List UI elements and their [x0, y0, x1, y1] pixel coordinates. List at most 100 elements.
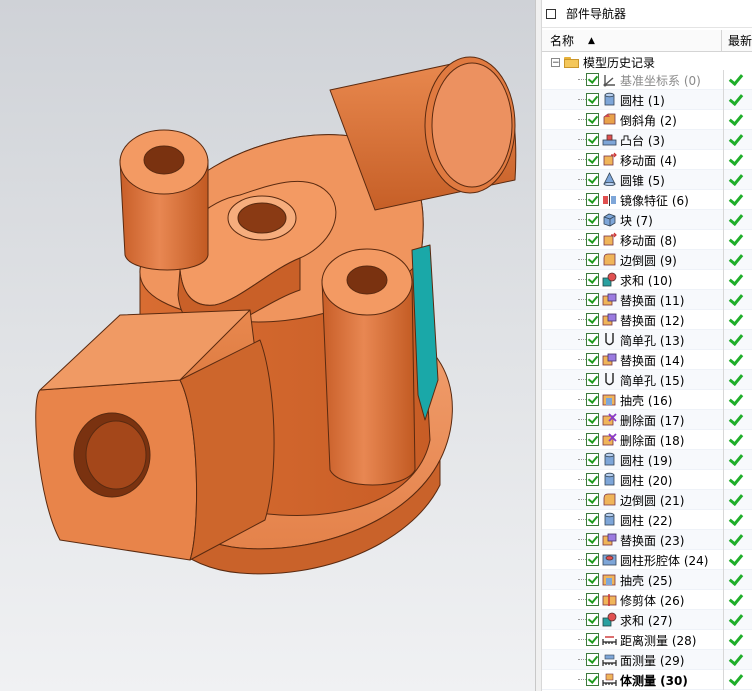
latest-column-header[interactable]: 最新: [722, 30, 752, 51]
feature-label: 倒斜角 (2): [620, 114, 677, 128]
feature-row[interactable]: 圆柱 (20): [542, 470, 752, 490]
model-history-node[interactable]: − 模型历史记录: [542, 52, 752, 72]
feature-row[interactable]: 圆柱 (22): [542, 510, 752, 530]
feature-row[interactable]: 删除面 (18): [542, 430, 752, 450]
panel-pin-icon[interactable]: [546, 8, 556, 19]
up-to-date-check-icon: [730, 393, 738, 404]
column-separator: [723, 170, 724, 190]
feature-row[interactable]: 简单孔 (15): [542, 370, 752, 390]
column-separator: [723, 590, 724, 610]
feature-visibility-checkbox[interactable]: [586, 293, 599, 306]
feature-visibility-checkbox[interactable]: [586, 333, 599, 346]
replace-face-icon: [602, 532, 617, 547]
feature-row[interactable]: 圆柱形腔体 (24): [542, 550, 752, 570]
column-separator: [723, 70, 724, 90]
feature-visibility-checkbox[interactable]: [586, 133, 599, 146]
up-to-date-check-icon: [730, 273, 738, 284]
column-separator: [723, 550, 724, 570]
feature-label: 圆柱形腔体 (24): [620, 554, 709, 568]
datum-csys-icon: [602, 72, 617, 87]
feature-row[interactable]: 倒斜角 (2): [542, 110, 752, 130]
feature-row[interactable]: 简单孔 (13): [542, 330, 752, 350]
feature-row[interactable]: 移动面 (8): [542, 230, 752, 250]
feature-visibility-checkbox[interactable]: [586, 213, 599, 226]
feature-row[interactable]: 替换面 (12): [542, 310, 752, 330]
feature-row[interactable]: 边倒圆 (21): [542, 490, 752, 510]
feature-visibility-checkbox[interactable]: [586, 353, 599, 366]
feature-visibility-checkbox[interactable]: [586, 653, 599, 666]
cylinder-icon: [602, 452, 617, 467]
feature-row[interactable]: 圆柱 (1): [542, 90, 752, 110]
feature-visibility-checkbox[interactable]: [586, 73, 599, 86]
feature-visibility-checkbox[interactable]: [586, 233, 599, 246]
feature-row[interactable]: 体测量 (30): [542, 670, 752, 690]
feature-row[interactable]: 圆柱 (19): [542, 450, 752, 470]
up-to-date-check-icon: [730, 353, 738, 364]
navigator-title-bar: 部件导航器: [542, 0, 752, 28]
feature-row[interactable]: 求和 (10): [542, 270, 752, 290]
feature-row[interactable]: 替换面 (14): [542, 350, 752, 370]
feature-row[interactable]: 替换面 (11): [542, 290, 752, 310]
feature-visibility-checkbox[interactable]: [586, 153, 599, 166]
graphics-viewport[interactable]: [0, 0, 535, 691]
cylinder-icon: [602, 512, 617, 527]
feature-row[interactable]: 求和 (27): [542, 610, 752, 630]
model-history-label: 模型历史记录: [583, 55, 656, 70]
panel-splitter[interactable]: [535, 0, 542, 691]
feature-visibility-checkbox[interactable]: [586, 473, 599, 486]
feature-visibility-checkbox[interactable]: [586, 593, 599, 606]
feature-visibility-checkbox[interactable]: [586, 113, 599, 126]
column-separator: [723, 250, 724, 270]
feature-row[interactable]: 凸台 (3): [542, 130, 752, 150]
feature-visibility-checkbox[interactable]: [586, 493, 599, 506]
feature-row[interactable]: 抽壳 (16): [542, 390, 752, 410]
feature-row[interactable]: 镜像特征 (6): [542, 190, 752, 210]
feature-row[interactable]: 删除面 (17): [542, 410, 752, 430]
feature-visibility-checkbox[interactable]: [586, 373, 599, 386]
feature-visibility-checkbox[interactable]: [586, 413, 599, 426]
feature-row[interactable]: 距离测量 (28): [542, 630, 752, 650]
feature-row[interactable]: 基准坐标系 (0): [542, 70, 752, 90]
feature-row[interactable]: 块 (7): [542, 210, 752, 230]
feature-row[interactable]: 边倒圆 (9): [542, 250, 752, 270]
column-separator: [723, 570, 724, 590]
feature-visibility-checkbox[interactable]: [586, 673, 599, 686]
feature-visibility-checkbox[interactable]: [586, 313, 599, 326]
column-separator: [723, 370, 724, 390]
feature-visibility-checkbox[interactable]: [586, 533, 599, 546]
shell-icon: [602, 572, 617, 587]
feature-row[interactable]: 圆锥 (5): [542, 170, 752, 190]
move-face-icon: [602, 152, 617, 167]
up-to-date-check-icon: [730, 633, 738, 644]
feature-visibility-checkbox[interactable]: [586, 193, 599, 206]
name-column-header[interactable]: 名称 ▲: [542, 30, 722, 51]
feature-row[interactable]: 抽壳 (25): [542, 570, 752, 590]
chamfer-icon: [602, 112, 617, 127]
feature-visibility-checkbox[interactable]: [586, 553, 599, 566]
up-to-date-check-icon: [730, 493, 738, 504]
feature-label: 镜像特征 (6): [620, 194, 689, 208]
feature-row[interactable]: 面测量 (29): [542, 650, 752, 670]
feature-visibility-checkbox[interactable]: [586, 513, 599, 526]
feature-visibility-checkbox[interactable]: [586, 573, 599, 586]
feature-visibility-checkbox[interactable]: [586, 253, 599, 266]
latest-column-label: 最新: [727, 34, 752, 48]
3d-part-model[interactable]: [0, 0, 535, 691]
feature-label: 简单孔 (13): [620, 334, 685, 348]
feature-visibility-checkbox[interactable]: [586, 173, 599, 186]
up-to-date-check-icon: [730, 133, 738, 144]
feature-visibility-checkbox[interactable]: [586, 613, 599, 626]
boss-icon: [602, 132, 617, 147]
feature-label: 抽壳 (25): [620, 574, 673, 588]
feature-visibility-checkbox[interactable]: [586, 633, 599, 646]
feature-visibility-checkbox[interactable]: [586, 453, 599, 466]
feature-visibility-checkbox[interactable]: [586, 273, 599, 286]
feature-visibility-checkbox[interactable]: [586, 93, 599, 106]
feature-visibility-checkbox[interactable]: [586, 393, 599, 406]
feature-visibility-checkbox[interactable]: [586, 433, 599, 446]
feature-row[interactable]: 替换面 (23): [542, 530, 752, 550]
collapse-toggle-icon[interactable]: −: [551, 57, 560, 67]
feature-row[interactable]: 修剪体 (26): [542, 590, 752, 610]
feature-row[interactable]: 移动面 (4): [542, 150, 752, 170]
up-to-date-check-icon: [730, 653, 738, 664]
